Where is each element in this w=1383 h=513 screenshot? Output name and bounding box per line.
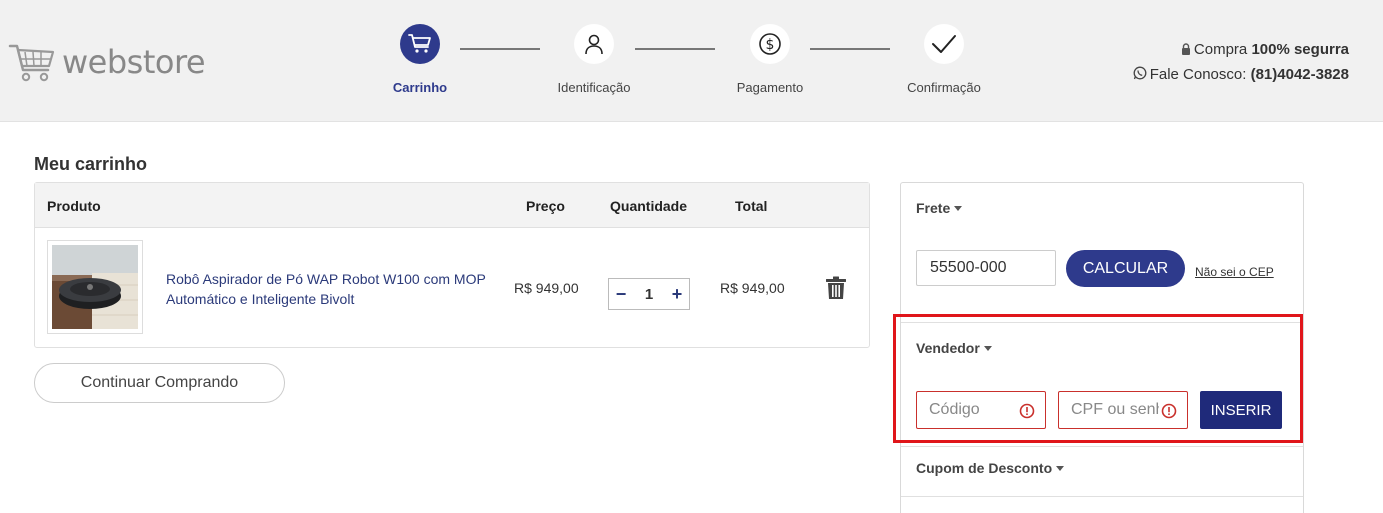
step-confirmation-label: Confirmação bbox=[907, 80, 981, 95]
coupon-toggle[interactable]: Cupom de Desconto bbox=[916, 460, 1065, 476]
secure-info: Compra 100% segurra Fale Conosco: (81)40… bbox=[1133, 37, 1349, 87]
error-icon bbox=[1161, 403, 1177, 419]
caret-down-icon bbox=[954, 206, 963, 211]
calculate-shipping-button[interactable]: CALCULAR bbox=[1066, 250, 1185, 287]
step-identification: Identificação bbox=[534, 24, 654, 95]
table-row: Robô Aspirador de Pó WAP Robot W100 com … bbox=[35, 228, 869, 347]
cart-icon bbox=[408, 34, 431, 53]
column-total: Total bbox=[735, 198, 768, 214]
product-image[interactable] bbox=[47, 240, 143, 334]
step-payment: $ Pagamento bbox=[710, 24, 830, 95]
continue-shopping-button[interactable]: Continuar Comprando bbox=[34, 363, 285, 403]
step-cart-circle bbox=[400, 24, 440, 64]
trash-icon[interactable] bbox=[825, 276, 847, 300]
order-summary-panel: Frete CALCULAR Não sei o CEP Vendedor IN… bbox=[900, 182, 1304, 513]
store-logo[interactable]: webstore bbox=[8, 40, 206, 84]
logo-text: webstore bbox=[62, 43, 206, 81]
step-confirmation-circle bbox=[924, 24, 964, 64]
svg-text:$: $ bbox=[766, 37, 775, 53]
robot-vacuum-image bbox=[52, 245, 138, 329]
step-identification-circle bbox=[574, 24, 614, 64]
seller-cpf-input[interactable] bbox=[1071, 401, 1159, 419]
contact-prefix: Fale Conosco: bbox=[1149, 66, 1251, 83]
quantity-stepper: − 1 + bbox=[608, 278, 690, 310]
secure-bold: 100% segurra bbox=[1251, 41, 1349, 58]
error-icon bbox=[1019, 403, 1035, 419]
section-divider bbox=[901, 496, 1303, 497]
whatsapp-icon bbox=[1133, 66, 1147, 80]
caret-down-icon bbox=[1056, 466, 1065, 471]
column-price: Preço bbox=[526, 198, 565, 214]
cart-title: Meu carrinho bbox=[34, 154, 148, 174]
seller-toggle[interactable]: Vendedor bbox=[916, 340, 992, 356]
column-product: Produto bbox=[47, 198, 101, 214]
step-payment-label: Pagamento bbox=[736, 80, 804, 95]
shipping-toggle[interactable]: Frete bbox=[916, 200, 963, 216]
secure-purchase: Compra 100% segurra bbox=[1133, 37, 1349, 62]
contact-phone[interactable]: (81)4042-3828 bbox=[1251, 66, 1349, 83]
check-icon bbox=[932, 35, 956, 53]
product-price: R$ 949,00 bbox=[514, 280, 579, 296]
column-quantity: Quantidade bbox=[610, 198, 688, 214]
section-divider bbox=[901, 446, 1303, 447]
dollar-icon: $ bbox=[759, 33, 781, 55]
cart-table-header: Produto Preço Quantidade Total bbox=[35, 183, 869, 228]
step-cart-label: Carrinho bbox=[392, 80, 448, 95]
quantity-value[interactable]: 1 bbox=[645, 286, 653, 303]
insert-seller-button[interactable]: INSERIR bbox=[1200, 391, 1282, 429]
contact-info: Fale Conosco: (81)4042-3828 bbox=[1133, 62, 1349, 87]
increment-button[interactable]: + bbox=[669, 285, 685, 303]
step-connector bbox=[810, 48, 890, 50]
seller-cpf-field[interactable] bbox=[1058, 391, 1188, 429]
step-connector bbox=[460, 48, 540, 50]
coupon-title: Cupom de Desconto bbox=[916, 460, 1053, 476]
section-divider bbox=[901, 322, 1303, 323]
no-cep-link[interactable]: Não sei o CEP bbox=[1195, 265, 1274, 279]
product-total: R$ 949,00 bbox=[720, 280, 785, 296]
step-confirmation: Confirmação bbox=[884, 24, 1004, 95]
step-identification-label: Identificação bbox=[557, 80, 631, 95]
decrement-button[interactable]: − bbox=[613, 285, 629, 303]
seller-code-field[interactable] bbox=[916, 391, 1046, 429]
step-cart: Carrinho bbox=[360, 24, 480, 95]
step-payment-circle: $ bbox=[750, 24, 790, 64]
shipping-title: Frete bbox=[916, 200, 951, 216]
secure-prefix: Compra bbox=[1193, 41, 1252, 58]
seller-title: Vendedor bbox=[916, 340, 980, 356]
lock-icon bbox=[1181, 43, 1190, 55]
user-icon bbox=[585, 34, 603, 55]
shopping-cart-logo-icon bbox=[8, 44, 55, 82]
cep-input[interactable] bbox=[916, 250, 1056, 286]
product-name-link[interactable]: Robô Aspirador de Pó WAP Robot W100 com … bbox=[166, 269, 486, 309]
step-connector bbox=[635, 48, 715, 50]
header: webstore Carrinho Identificação $ Pagame… bbox=[0, 0, 1383, 122]
caret-down-icon bbox=[983, 346, 992, 351]
cart-table: Produto Preço Quantidade Total Robô Aspi… bbox=[34, 182, 870, 348]
